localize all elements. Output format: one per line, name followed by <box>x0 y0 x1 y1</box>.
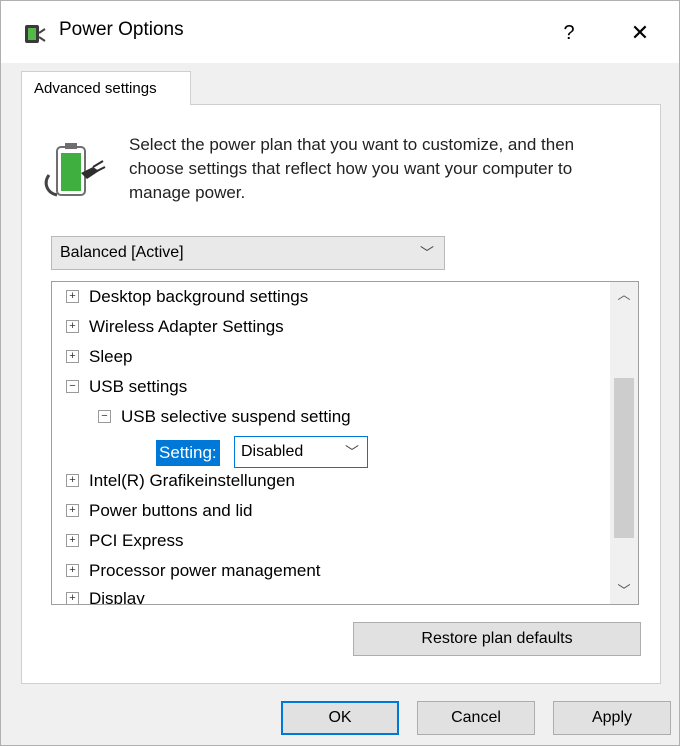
settings-tree[interactable]: + Desktop background settings + Wireless A… <box>51 281 639 605</box>
restore-plan-defaults-button[interactable]: Restore plan defaults <box>353 622 641 656</box>
tree-item-power-buttons[interactable]: + Power buttons and lid <box>66 498 253 524</box>
tree-item-pci-express[interactable]: + PCI Express <box>66 528 183 554</box>
tree-item-label: USB settings <box>89 377 188 396</box>
window-title: Power Options <box>59 19 184 40</box>
tree-item-wireless-adapter[interactable]: + Wireless Adapter Settings <box>66 314 284 340</box>
tree-item-label: Display <box>89 589 145 605</box>
collapse-icon[interactable]: − <box>98 410 111 424</box>
chevron-down-icon: ﹀ <box>345 444 359 460</box>
usb-suspend-setting-dropdown[interactable]: Disabled ﹀ <box>234 436 368 468</box>
expand-icon[interactable]: + <box>66 592 79 604</box>
description-text: Select the power plan that you want to c… <box>129 135 575 202</box>
expand-icon[interactable]: + <box>66 534 79 548</box>
help-button[interactable]: ? <box>546 15 592 51</box>
scroll-down-arrow-icon[interactable]: ﹀ <box>610 578 638 604</box>
expand-icon[interactable]: + <box>66 474 79 488</box>
tree-item-label: Sleep <box>89 347 133 366</box>
setting-value: Disabled <box>241 443 304 460</box>
vertical-scrollbar[interactable]: ︿ ﹀ <box>610 282 638 604</box>
tree-item-usb-selective-suspend[interactable]: − USB selective suspend setting <box>98 404 351 430</box>
setting-label: Setting: <box>156 440 220 466</box>
title-bar: Power Options ? ✕ <box>1 1 679 63</box>
power-plug-icon <box>25 25 46 43</box>
close-button[interactable]: ✕ <box>617 15 663 51</box>
tree-item-label: USB selective suspend setting <box>121 407 351 426</box>
power-options-dialog: Power Options ? ✕ Advanced settings Sele… <box>0 0 680 746</box>
cancel-button[interactable]: Cancel <box>417 701 535 735</box>
tree-item-label: Wireless Adapter Settings <box>89 317 284 336</box>
tree-item-label: Desktop background settings <box>89 287 309 306</box>
tree-item-label: PCI Express <box>89 531 184 550</box>
tree-item-desktop-background[interactable]: + Desktop background settings <box>66 284 308 310</box>
expand-icon[interactable]: + <box>66 290 79 304</box>
tree-item-usb-settings[interactable]: − USB settings <box>66 374 187 400</box>
power-plan-dropdown[interactable]: Balanced [Active] ﹀ <box>51 236 445 270</box>
tab-advanced-settings[interactable]: Advanced settings <box>21 71 191 105</box>
power-plan-value: Balanced [Active] <box>60 244 184 261</box>
expand-icon[interactable]: + <box>66 350 79 364</box>
apply-button[interactable]: Apply <box>553 701 671 735</box>
tree-item-intel-graphics[interactable]: + Intel(R) Grafikeinstellungen <box>66 468 295 494</box>
tree-item-label: Processor power management <box>89 561 321 580</box>
tree-item-display[interactable]: + Display <box>66 586 145 605</box>
tree-item-processor-power[interactable]: + Processor power management <box>66 558 321 584</box>
collapse-icon[interactable]: − <box>66 380 79 394</box>
tree-item-label: Intel(R) Grafikeinstellungen <box>89 471 295 490</box>
scroll-up-arrow-icon[interactable]: ︿ <box>610 282 638 308</box>
tree-item-sleep[interactable]: + Sleep <box>66 344 132 370</box>
expand-icon[interactable]: + <box>66 320 79 334</box>
battery-plug-icon <box>44 143 106 197</box>
scrollbar-thumb[interactable] <box>614 378 634 538</box>
ok-button[interactable]: OK <box>281 701 399 735</box>
expand-icon[interactable]: + <box>66 564 79 578</box>
chevron-down-icon: ﹀ <box>420 245 434 261</box>
expand-icon[interactable]: + <box>66 504 79 518</box>
tree-item-label: Power buttons and lid <box>89 501 253 520</box>
